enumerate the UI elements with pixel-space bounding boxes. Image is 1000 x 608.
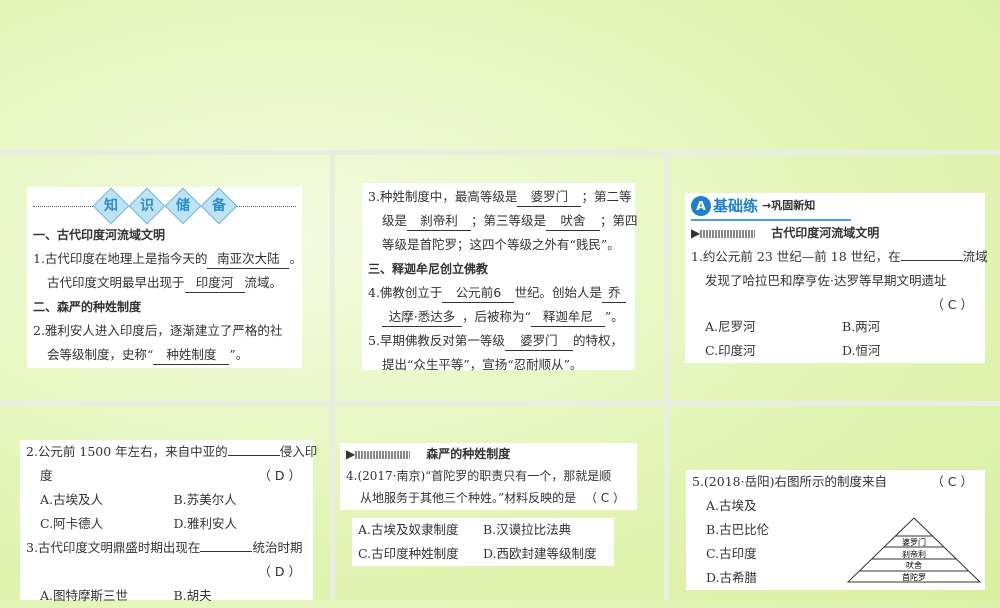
- badge-char: 储: [164, 187, 201, 225]
- exercise-box-4: 5.(2018·岳阳)右图所示的制度来自（ C ） A.古埃及 B.古巴比伦 C…: [686, 470, 985, 590]
- option: A.尼罗河: [705, 319, 756, 334]
- badge-char: 备: [200, 187, 237, 225]
- question-5: 5.早期佛教反对第一等级 婆罗门 的特权，: [368, 329, 629, 353]
- divider: [330, 150, 335, 600]
- question-1: 1.约公元前 23 世纪—前 18 世纪，在 流域: [691, 249, 988, 264]
- question-1: 1.古代印度在地理上是指今天的 南亚次大陆。: [33, 247, 302, 271]
- level-a-icon: A: [691, 196, 711, 216]
- option: C.阿卡德人: [40, 516, 104, 531]
- exercise-box-2: 2.公元前 1500 年左右，来自中亚的 侵入印 度（ D ） A.古埃及人 B.苏…: [20, 440, 318, 603]
- question-5: 5.(2018·岳阳)右图所示的制度来自（ C ）: [692, 470, 979, 494]
- option: B.胡夫: [173, 588, 212, 603]
- option: B.苏美尔人: [173, 492, 237, 507]
- answer-choice: （ C ）: [931, 297, 973, 312]
- question-4: 4.(2017·南京)“首陀罗的职责只有一个，那就是顺: [346, 469, 612, 483]
- exercise-box: A 基础练 → 巩固新知 ▶ 古代印度河流域文明 1.约公元前 23 世纪—前 1…: [685, 193, 988, 363]
- option: D.恒河: [842, 343, 881, 358]
- option: B.两河: [842, 319, 881, 334]
- question-4: 4.佛教创立于 公元前6 世纪。创始人是乔: [368, 281, 629, 305]
- question-3: 3.种姓制度中，最高等级是 婆罗门 ；第二等: [368, 185, 631, 209]
- badge-char: 识: [128, 187, 165, 225]
- tag-icon: [700, 229, 756, 238]
- answer-choice: （ D ）: [258, 468, 301, 483]
- pyramid-level: 刹帝利: [902, 549, 926, 559]
- question-2: 2.公元前 1500 年左右，来自中亚的 侵入印: [26, 444, 318, 459]
- tag-icon: [355, 450, 411, 459]
- options: A.古埃及人 B.苏美尔人 C.阿卡德人 D.雅利安人: [26, 488, 307, 536]
- pyramid-level: 首陀罗: [902, 572, 926, 582]
- divider: [664, 150, 669, 600]
- option: C.印度河: [705, 343, 756, 358]
- question-2: 2.雅利安人进入印度后，逐渐建立了严格的社: [33, 323, 283, 338]
- section-heading: 二、森严的种姓制度: [33, 300, 142, 314]
- section-heading: 三、释迦牟尼创立佛教: [368, 262, 489, 276]
- divider: [0, 401, 1000, 406]
- section-heading: 一、古代印度河流域文明: [33, 228, 166, 242]
- question-3: 3.古代印度文明鼎盛时期出现在 统治时期: [26, 540, 303, 555]
- section-label: ▶ 森严的种姓制度: [346, 447, 511, 461]
- option: A.古埃及: [706, 498, 757, 513]
- knowledge-box-2: 3.种姓制度中，最高等级是 婆罗门 ；第二等 级是 刹帝利 ；第三等级是 吠舍 ；第四 等级…: [362, 183, 638, 372]
- pyramid-level: 婆罗门: [902, 537, 926, 547]
- option: A.图特摩斯三世: [40, 588, 129, 603]
- option: C.古印度种姓制度: [358, 546, 459, 561]
- badge-char: 知: [92, 187, 129, 225]
- option: B.汉谟拉比法典: [483, 522, 572, 537]
- knowledge-header: 知 识 储 备: [33, 187, 296, 225]
- option: D.西欧封建等级制度: [483, 546, 597, 561]
- section-label: ▶ 古代印度河流域文明: [691, 226, 880, 240]
- divider: [0, 150, 1000, 155]
- knowledge-box: 知 识 储 备 一、古代印度河流域文明 1.古代印度在地理上是指今天的 南亚次大陆…: [27, 187, 302, 368]
- exercise-title: A 基础练 → 巩固新知: [691, 193, 851, 221]
- answer-choice: （ C ）: [931, 474, 973, 489]
- options: A.古埃及奴隶制度 B.汉谟拉比法典 C.古印度种姓制度 D.西欧封建等级制度: [352, 518, 614, 566]
- options: A.图特摩斯三世 B.胡夫: [26, 584, 307, 608]
- caste-pyramid-diagram: 婆罗门 刹帝利 吠舍 首陀罗: [846, 517, 982, 583]
- option: D.雅利安人: [173, 516, 238, 531]
- answer-choice: （ D ）: [258, 564, 301, 579]
- answer-choice: （ C ）: [584, 491, 625, 505]
- option: A.古埃及人: [40, 492, 104, 507]
- exercise-box-3: ▶ 森严的种姓制度 4.(2017·南京)“首陀罗的职责只有一个，那就是顺 从地服…: [340, 443, 637, 510]
- options: A.尼罗河 B.两河 C.印度河 D.恒河: [691, 315, 979, 363]
- option: A.古埃及奴隶制度: [358, 522, 459, 537]
- pyramid-level: 吠舍: [906, 560, 922, 570]
